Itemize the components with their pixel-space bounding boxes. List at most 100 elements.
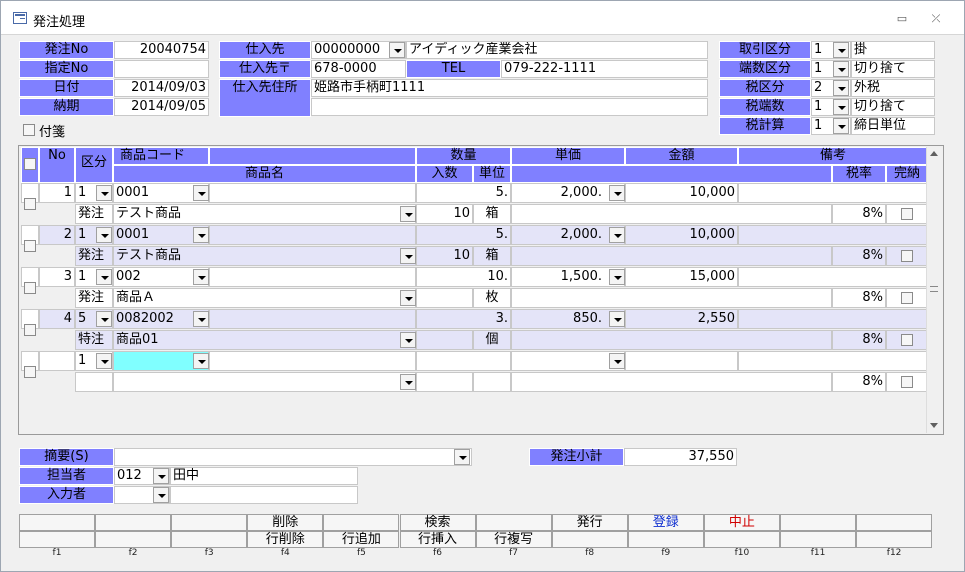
f1-button-lower[interactable] [19, 531, 95, 548]
scroll-thumb-grip-icon[interactable] [930, 286, 938, 292]
complete-checkbox[interactable] [901, 208, 913, 220]
complete-checkbox[interactable] [901, 334, 913, 346]
row-checkbox[interactable] [24, 366, 36, 378]
row-checkbox[interactable] [24, 198, 36, 210]
f1-button[interactable] [19, 514, 95, 531]
grid-scrollbar[interactable] [926, 147, 942, 433]
product-name[interactable]: 商品01 [113, 330, 416, 350]
close-icon[interactable]: ⤫ [928, 12, 944, 26]
note[interactable] [738, 183, 928, 203]
f11-button[interactable] [780, 514, 856, 531]
note-2[interactable] [511, 330, 832, 350]
trade-dropdown-icon[interactable] [833, 42, 849, 58]
select-all-checkbox[interactable] [24, 158, 36, 170]
quantity[interactable]: 5. [416, 225, 511, 245]
tax-dropdown-icon[interactable] [833, 80, 849, 96]
quantity[interactable] [416, 351, 511, 371]
add-row-button-lower[interactable]: 行追加 [323, 531, 400, 548]
search-button[interactable]: 検索 [399, 514, 476, 531]
register-button[interactable]: 登録 [627, 514, 704, 531]
unit-price[interactable] [511, 351, 625, 371]
product-name-dropdown-icon[interactable] [400, 374, 416, 390]
row-checkbox[interactable] [24, 240, 36, 252]
tax-rate[interactable]: 8% [832, 204, 886, 224]
tax-fraction-dropdown-icon[interactable] [833, 99, 849, 115]
irisu[interactable] [416, 288, 473, 308]
add-row-button[interactable] [323, 514, 400, 531]
unit[interactable]: 枚 [473, 288, 511, 308]
note[interactable] [738, 267, 928, 287]
delete-row-button-lower[interactable]: 行削除 [247, 531, 324, 548]
product-code-dropdown-icon[interactable] [193, 311, 209, 327]
price-dropdown-icon[interactable] [609, 227, 625, 243]
kubun-dropdown-icon[interactable] [96, 311, 112, 327]
date-field[interactable]: 2014/09/03 [114, 79, 209, 97]
issue-button[interactable]: 発行 [551, 514, 628, 531]
complete-checkbox[interactable] [901, 292, 913, 304]
unit[interactable]: 箱 [473, 204, 511, 224]
row-checkbox[interactable] [24, 282, 36, 294]
kubun-dropdown-icon[interactable] [96, 185, 112, 201]
unit-price[interactable]: 2,000. [511, 225, 625, 245]
memo-field[interactable] [114, 448, 472, 466]
complete-checkbox[interactable] [901, 376, 913, 388]
product-name[interactable] [113, 372, 416, 392]
memo-dropdown-icon[interactable] [454, 449, 470, 465]
issue-button-lower[interactable] [551, 531, 628, 548]
product-code-dropdown-icon[interactable] [193, 269, 209, 285]
order-no-field[interactable]: 20040754 [114, 41, 209, 59]
unit[interactable] [473, 372, 511, 392]
note[interactable] [738, 351, 928, 371]
supplier-name-field[interactable]: アイディック産業会社 [406, 41, 708, 59]
insert-row-button-lower[interactable]: 行挿入 [399, 531, 476, 548]
tax-rate[interactable]: 8% [832, 288, 886, 308]
scroll-down-icon[interactable] [930, 423, 938, 428]
f3-button-lower[interactable] [171, 531, 248, 548]
unit[interactable]: 箱 [473, 246, 511, 266]
price-dropdown-icon[interactable] [609, 353, 625, 369]
register-button-lower[interactable] [627, 531, 704, 548]
kubun-dropdown-icon[interactable] [96, 227, 112, 243]
quantity[interactable]: 3. [416, 309, 511, 329]
kubun-dropdown-icon[interactable] [96, 353, 112, 369]
unit-price[interactable]: 850. [511, 309, 625, 329]
delete-button[interactable]: 削除 [247, 514, 324, 531]
price-dropdown-icon[interactable] [609, 269, 625, 285]
row-checkbox[interactable] [24, 324, 36, 336]
close-button[interactable] [856, 514, 933, 531]
cancel-button-lower[interactable] [703, 531, 780, 548]
tax-calc-dropdown-icon[interactable] [833, 118, 849, 134]
f2-button-lower[interactable] [95, 531, 172, 548]
due-field[interactable]: 2014/09/05 [114, 98, 209, 116]
note[interactable] [738, 309, 928, 329]
tel-field[interactable]: 079-222-1111 [501, 60, 708, 78]
address-field[interactable]: 姫路市手柄町1111 [311, 79, 708, 97]
product-code-dropdown-icon[interactable] [193, 185, 209, 201]
supplier-dropdown-icon[interactable] [389, 42, 405, 58]
copy-row-button[interactable] [475, 514, 552, 531]
note-2[interactable] [511, 204, 832, 224]
f11-button-lower[interactable] [780, 531, 856, 548]
tax-rate[interactable]: 8% [832, 330, 886, 350]
scroll-up-icon[interactable] [930, 151, 938, 156]
complete-checkbox[interactable] [901, 250, 913, 262]
unit-price[interactable]: 1,500. [511, 267, 625, 287]
product-name-dropdown-icon[interactable] [400, 290, 416, 306]
f2-button[interactable] [95, 514, 172, 531]
zip-field[interactable]: 678-0000 [311, 60, 406, 78]
note-2[interactable] [511, 288, 832, 308]
spec-no-field[interactable] [114, 60, 209, 78]
unit[interactable]: 個 [473, 330, 511, 350]
product-name[interactable]: 商品Ａ [113, 288, 416, 308]
cancel-button[interactable]: 中止 [703, 514, 780, 531]
note[interactable] [738, 225, 928, 245]
note-2[interactable] [511, 246, 832, 266]
note-2[interactable] [511, 372, 832, 392]
kubun-dropdown-icon[interactable] [96, 269, 112, 285]
close-button-lower[interactable] [856, 531, 933, 548]
fraction-dropdown-icon[interactable] [833, 61, 849, 77]
price-dropdown-icon[interactable] [609, 185, 625, 201]
irisu[interactable] [416, 372, 473, 392]
product-code-dropdown-icon[interactable] [193, 353, 209, 369]
irisu[interactable]: 10 [416, 204, 473, 224]
